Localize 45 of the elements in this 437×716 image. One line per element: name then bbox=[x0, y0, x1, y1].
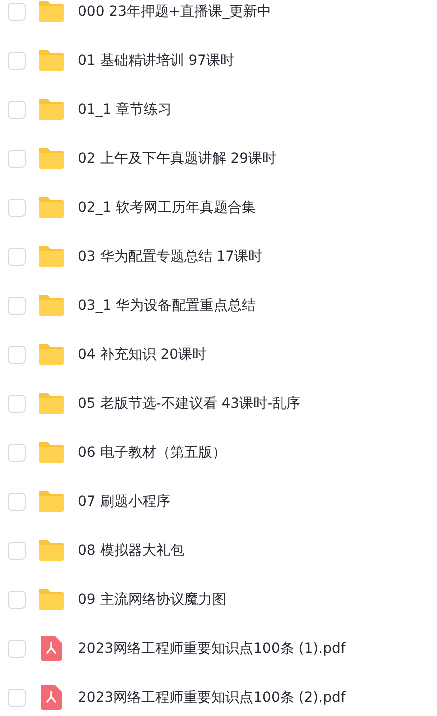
folder-icon bbox=[39, 246, 64, 267]
file-name[interactable]: 2023网络工程师重要知识点100条 (1).pdf bbox=[78, 640, 346, 658]
checkbox[interactable] bbox=[8, 296, 26, 314]
checkbox[interactable] bbox=[8, 688, 26, 706]
file-name[interactable]: 03 华为配置专题总结 17课时 bbox=[78, 248, 263, 266]
file-name[interactable]: 09 主流网络协议魔力图 bbox=[78, 590, 226, 608]
file-name[interactable]: 03_1 华为设备配置重点总结 bbox=[78, 296, 256, 314]
checkbox[interactable] bbox=[8, 150, 26, 168]
checkbox[interactable] bbox=[8, 346, 26, 364]
file-name[interactable]: 01 基础精讲培训 97课时 bbox=[78, 52, 235, 70]
file-name[interactable]: 02_1 软考网工历年真题合集 bbox=[78, 198, 256, 216]
folder-icon bbox=[39, 540, 64, 561]
file-name[interactable]: 07 刷题小程序 bbox=[78, 492, 170, 510]
checkbox[interactable] bbox=[8, 52, 26, 70]
folder-icon bbox=[39, 1, 64, 22]
file-name[interactable]: 06 电子教材（第五版） bbox=[78, 444, 226, 462]
checkbox[interactable] bbox=[8, 100, 26, 118]
checkbox[interactable] bbox=[8, 590, 26, 608]
checkbox[interactable] bbox=[8, 2, 26, 20]
folder-icon bbox=[39, 148, 64, 169]
pdf-file-icon bbox=[41, 636, 62, 661]
folder-icon bbox=[39, 99, 64, 120]
file-name[interactable]: 2023网络工程师重要知识点100条 (2).pdf bbox=[78, 688, 346, 706]
checkbox[interactable] bbox=[8, 492, 26, 510]
file-name[interactable]: 01_1 章节练习 bbox=[78, 100, 172, 118]
folder-icon bbox=[39, 295, 64, 316]
file-name[interactable]: 000 23年押题+直播课_更新中 bbox=[78, 2, 272, 20]
checkbox[interactable] bbox=[8, 248, 26, 266]
folder-icon bbox=[39, 50, 64, 71]
folder-icon bbox=[39, 344, 64, 365]
checkbox[interactable] bbox=[8, 198, 26, 216]
checkbox[interactable] bbox=[8, 542, 26, 560]
folder-icon bbox=[39, 197, 64, 218]
file-name[interactable]: 04 补充知识 20课时 bbox=[78, 346, 207, 364]
pdf-file-icon bbox=[41, 685, 62, 710]
checkbox[interactable] bbox=[8, 394, 26, 412]
folder-icon bbox=[39, 442, 64, 463]
folder-icon bbox=[39, 491, 64, 512]
file-name[interactable]: 02 上午及下午真题讲解 29课时 bbox=[78, 150, 277, 168]
checkbox[interactable] bbox=[8, 640, 26, 658]
checkbox[interactable] bbox=[8, 444, 26, 462]
folder-icon bbox=[39, 393, 64, 414]
file-name[interactable]: 05 老版节选-不建议看 43课时-乱序 bbox=[78, 394, 301, 412]
file-name[interactable]: 08 模拟器大礼包 bbox=[78, 542, 184, 560]
folder-icon bbox=[39, 589, 64, 610]
